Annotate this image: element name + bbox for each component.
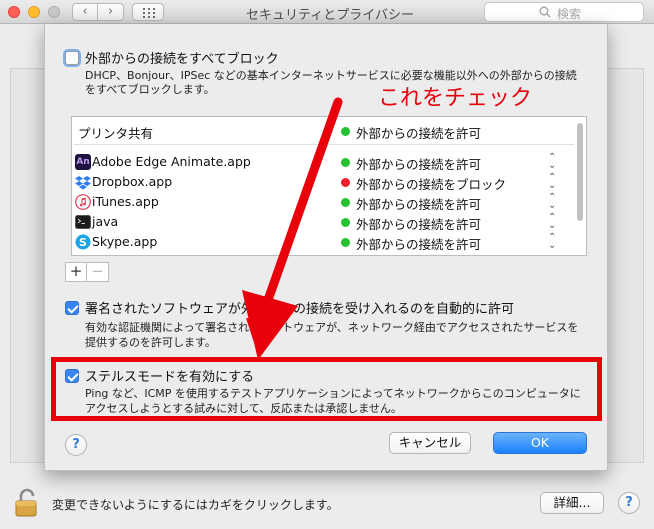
app-status: 外部からの接続を許可	[356, 197, 482, 212]
app-name: Dropbox.app	[92, 174, 173, 189]
lock-icon[interactable]	[14, 488, 40, 518]
status-popup-arrows[interactable]: ⌃ ⌄	[548, 193, 556, 211]
highlight-box	[51, 357, 602, 421]
help-button[interactable]: ?	[618, 492, 640, 514]
block-all-desc-line2: をすべてブロックします。	[85, 83, 215, 96]
list-item[interactable]: iTunes.app 外部からの接続を許可 ⌃ ⌄	[72, 192, 574, 212]
status-popup-arrows[interactable]: ⌃ ⌄	[548, 233, 556, 251]
close-window-button[interactable]	[8, 6, 20, 18]
cancel-button[interactable]: キャンセル	[389, 432, 471, 454]
advanced-button[interactable]: 詳細...	[540, 492, 604, 514]
block-all-checkbox[interactable]	[65, 51, 79, 65]
adobe-edge-animate-icon: An	[75, 154, 91, 170]
status-dot-allow	[341, 158, 350, 167]
auto-allow-desc-line1: 有効な認証機関によって署名されたソフトウェアが、ネットワーク経由でアクセスされた…	[85, 321, 579, 334]
add-app-button[interactable]: +	[65, 262, 87, 282]
app-name: java	[92, 214, 119, 229]
app-status: 外部からの接続を許可	[356, 237, 482, 252]
chevron-left-icon: ‹	[82, 4, 88, 19]
help-icon: ?	[625, 495, 633, 510]
app-status: 外部からの接続を許可	[356, 217, 482, 232]
app-name: プリンタ共有	[78, 126, 154, 141]
grid-icon	[143, 8, 155, 18]
auto-allow-signed-checkbox[interactable]	[65, 301, 79, 315]
app-status: 外部からの接続をブロック	[356, 177, 507, 192]
app-connection-list[interactable]: プリンタ共有 外部からの接続を許可 An Adobe Edge Animate.…	[71, 116, 587, 256]
search-icon	[539, 6, 551, 18]
forward-button[interactable]: ›	[98, 3, 124, 21]
back-button[interactable]: ‹	[72, 3, 98, 21]
status-popup-arrows[interactable]: ⌃ ⌄	[548, 153, 556, 171]
status-dot-allow	[341, 198, 350, 207]
title-bar: ‹ › セキュリティとプライバシー 検索	[0, 0, 654, 24]
app-name: iTunes.app	[92, 194, 159, 209]
skype-icon: S	[75, 234, 91, 250]
ok-button[interactable]: OK	[493, 432, 587, 454]
svg-text:S: S	[79, 236, 87, 249]
sheet-help-button[interactable]: ?	[65, 434, 87, 456]
help-icon: ?	[72, 437, 80, 452]
search-field[interactable]: 検索	[484, 2, 644, 22]
status-dot-allow	[341, 238, 350, 247]
list-item[interactable]: プリンタ共有 外部からの接続を許可	[72, 121, 574, 141]
block-all-label: 外部からの接続をすべてブロック	[85, 52, 279, 67]
remove-app-button[interactable]: −	[87, 262, 109, 282]
app-status: 外部からの接続を許可	[356, 126, 482, 141]
zoom-window-button[interactable]	[48, 6, 60, 18]
list-divider	[74, 144, 574, 145]
list-item[interactable]: Dropbox.app 外部からの接続をブロック ⌃ ⌄	[72, 172, 574, 192]
status-popup-arrows[interactable]: ⌃ ⌄	[548, 173, 556, 191]
list-item[interactable]: S Skype.app 外部からの接続を許可 ⌃ ⌄	[72, 232, 574, 252]
auto-allow-desc-line2: 提供するのを許可します。	[85, 336, 216, 349]
list-item[interactable]: An Adobe Edge Animate.app 外部からの接続を許可 ⌃ ⌄	[72, 152, 574, 172]
list-item[interactable]: java 外部からの接続を許可 ⌃ ⌄	[72, 212, 574, 232]
list-scrollbar-thumb[interactable]	[577, 123, 583, 221]
status-dot-allow	[341, 127, 350, 136]
minimize-window-button[interactable]	[28, 6, 40, 18]
app-name: Skype.app	[92, 234, 158, 249]
search-placeholder: 検索	[557, 7, 582, 21]
itunes-icon	[75, 194, 91, 210]
auto-allow-signed-label: 署名されたソフトウェアが外部からの接続を受け入れるのを自動的に許可	[85, 302, 515, 317]
show-all-button[interactable]	[132, 3, 164, 21]
dropbox-icon	[75, 176, 91, 190]
status-popup-arrows[interactable]: ⌃ ⌄	[548, 213, 556, 231]
status-dot-block	[341, 178, 350, 187]
chevron-right-icon: ›	[107, 4, 114, 19]
lock-instruction-text: 変更できないようにするにはカギをクリックします。	[52, 498, 339, 512]
app-name: Adobe Edge Animate.app	[92, 154, 251, 169]
status-dot-allow	[341, 218, 350, 227]
terminal-icon	[75, 215, 91, 229]
window-title: セキュリティとプライバシー	[246, 8, 414, 23]
annotation-text: これをチェック	[378, 86, 533, 111]
app-status: 外部からの接続を許可	[356, 157, 482, 172]
